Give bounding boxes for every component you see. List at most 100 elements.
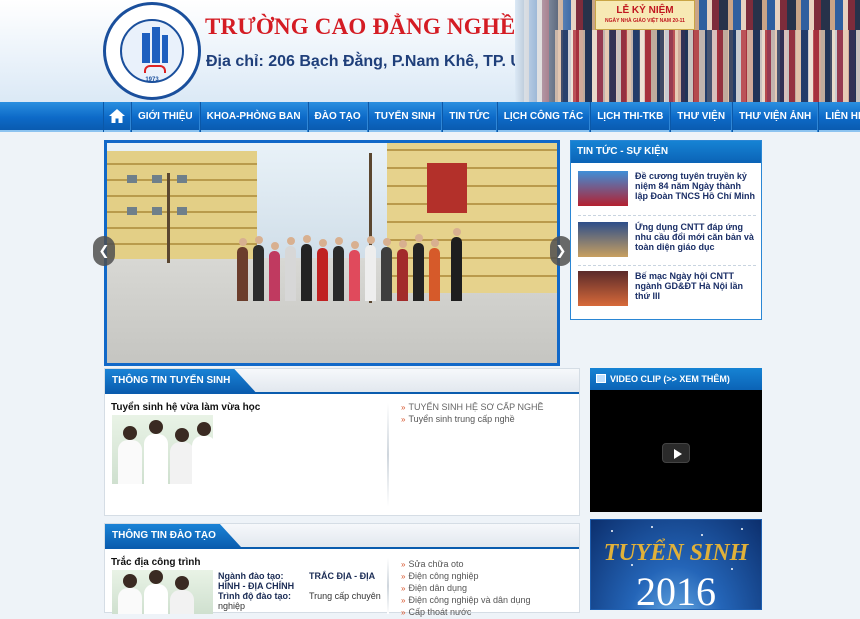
news-events-box: TIN TỨC - SỰ KIỆN Đề cương tuyên truyền … [570, 140, 762, 320]
nav-tin-tuc[interactable]: TIN TỨC [442, 102, 497, 132]
logo-year: 1973 [145, 77, 159, 83]
nav-lich-cong-tac[interactable]: LỊCH CÔNG TÁC [496, 102, 591, 132]
logo-building-icon [152, 27, 160, 63]
slide-person [301, 235, 312, 301]
training-field-value-cont: HÌNH - ĐỊA CHÍNH [218, 581, 295, 591]
training-link[interactable]: » Cấp thoát nước [401, 606, 531, 618]
admissions-feature-image[interactable] [112, 415, 213, 484]
news-thumbnail[interactable] [578, 171, 628, 206]
video-clip-title[interactable]: VIDEO CLIP (>> XEM THÊM) [610, 374, 730, 384]
news-divider [578, 215, 756, 216]
arrow-icon: » [401, 608, 406, 617]
logo-book-icon [144, 65, 166, 73]
panel-header-line [105, 547, 579, 549]
film-icon [596, 374, 606, 383]
photo-slider[interactable] [104, 140, 560, 366]
news-item[interactable]: Ứng dụng CNTT đáp ứng nhu cầu đổi mới că… [578, 222, 756, 262]
training-panel: THÔNG TIN ĐÀO TẠO Trắc địa công trình Ng… [104, 523, 580, 617]
admissions-link-label[interactable]: TUYỂN SINH HỆ SƠ CẤP NGHỀ [408, 402, 543, 412]
student-figure [170, 576, 194, 614]
slide-window [152, 175, 162, 183]
home-icon [109, 109, 125, 123]
slide-person [269, 242, 280, 301]
student-figure [170, 428, 194, 484]
nav-thu-vien[interactable]: THƯ VIỆN [670, 102, 733, 132]
training-level-label: Trình độ đào tạo: [218, 591, 291, 601]
video-clip-header[interactable]: VIDEO CLIP (>> XEM THÊM) [590, 368, 762, 390]
news-item-title[interactable]: Đề cương tuyên truyền kỷ niệm 84 năm Ngà… [635, 171, 755, 201]
slide-window [127, 207, 137, 215]
news-item-title[interactable]: Ứng dụng CNTT đáp ứng nhu cầu đổi mới că… [635, 222, 755, 252]
training-field-label: Ngành đào tạo: [218, 571, 284, 581]
college-logo[interactable]: 1973 [103, 2, 201, 100]
admissions-link-list: » TUYỂN SINH HỆ SƠ CẤP NGHỀ » Tuyển sinh t… [401, 401, 544, 425]
news-divider [578, 265, 756, 266]
training-link[interactable]: » Điện công nghiệp và dân dụng [401, 594, 531, 606]
slide-person [237, 238, 248, 301]
nav-gioi-thieu[interactable]: GIỚI THIỆU [131, 102, 200, 132]
banner-star [701, 534, 703, 536]
slide-red-banner [427, 163, 467, 213]
training-feature-image[interactable] [112, 570, 213, 614]
arrow-icon: » [401, 403, 406, 412]
student-figure [192, 422, 213, 484]
admissions-link-label[interactable]: Tuyển sinh trung cấp nghề [408, 414, 514, 424]
admissions-link[interactable]: » Tuyển sinh trung cấp nghề [401, 413, 544, 425]
training-panel-title[interactable]: THÔNG TIN ĐÀO TẠO [105, 524, 242, 548]
admissions-panel: THÔNG TIN TUYỂN SINH Tuyển sinh hệ vừa l… [104, 368, 580, 516]
news-thumbnail[interactable] [578, 271, 628, 306]
training-link[interactable]: » Điện công nghiệp [401, 570, 531, 582]
admissions-feature-title[interactable]: Tuyển sinh hệ vừa làm vừa học [111, 402, 260, 413]
panel-divider [387, 558, 389, 614]
anniversary-title: LỄ KỶ NIỆM [616, 5, 674, 16]
logo-building-icon [142, 33, 150, 63]
anniversary-subtitle: NGÀY NHÀ GIÁO VIỆT NAM 20-11 [605, 18, 685, 24]
training-link-label[interactable]: Cấp thoát nước [408, 607, 471, 617]
training-link-label[interactable]: Điện công nghiệp [408, 571, 478, 581]
news-item[interactable]: Đề cương tuyên truyền kỷ niệm 84 năm Ngà… [578, 171, 756, 211]
slider-prev-button[interactable]: ❮ [93, 236, 115, 266]
admissions-link[interactable]: » TUYỂN SINH HỆ SƠ CẤP NGHỀ [401, 401, 544, 413]
logo-building-icon [162, 35, 168, 63]
nav-thu-vien-anh[interactable]: THƯ VIỆN ẢNH [732, 102, 819, 132]
admissions-panel-title[interactable]: THÔNG TIN TUYỂN SINH [105, 369, 256, 393]
video-play-button[interactable] [662, 443, 690, 463]
student-figure [118, 426, 142, 484]
training-link[interactable]: » Sửa chữa oto [401, 558, 531, 570]
admissions-2016-banner[interactable]: TUYỂN SINH 2016 [590, 519, 762, 610]
student-figure [144, 420, 168, 484]
site-header: 1973 TRƯỜNG CAO ĐẲNG NGHỀ XÂY DỰNG Địa c… [0, 0, 860, 102]
news-item-title[interactable]: Bế mạc Ngày hội CNTT ngành GD&ĐT Hà Nội … [635, 271, 755, 301]
slide-window [177, 207, 187, 215]
nav-dao-tao[interactable]: ĐÀO TẠO [307, 102, 368, 132]
nav-home[interactable] [103, 102, 131, 132]
news-item[interactable]: Bế mạc Ngày hội CNTT ngành GD&ĐT Hà Nội … [578, 271, 756, 311]
nav-tuyen-sinh[interactable]: TUYỂN SINH [367, 102, 443, 132]
slider-next-button[interactable]: ❯ [550, 236, 572, 266]
nav-lien-he[interactable]: LIÊN HỆ [818, 102, 860, 132]
logo-emblem: 1973 [120, 19, 184, 83]
news-box-title: TIN TỨC - SỰ KIỆN [571, 141, 761, 163]
banner-star [611, 530, 613, 532]
slide-person [429, 239, 440, 301]
training-link-label[interactable]: Sửa chữa oto [408, 559, 463, 569]
arrow-icon: » [401, 596, 406, 605]
nav-lich-thi-tkb[interactable]: LỊCH THI-TKB [590, 102, 671, 132]
training-link-label[interactable]: Điện công nghiệp và dân dụng [408, 595, 530, 605]
nav-khoa-phong-ban[interactable]: KHOA-PHÒNG BAN [199, 102, 308, 132]
training-link-list: » Sửa chữa oto » Điện công nghiệp » Điện dâ… [401, 558, 531, 618]
training-link-label[interactable]: Điện dân dụng [408, 583, 467, 593]
slide-person [253, 236, 264, 301]
slide-person [317, 239, 328, 301]
panel-divider [387, 403, 389, 507]
admissions-banner-title: TUYỂN SINH [603, 540, 749, 566]
training-field-value: TRẮC ĐỊA - ĐỊA [309, 571, 376, 581]
slide-person [285, 237, 296, 301]
banner-star [741, 528, 743, 530]
admissions-banner-year: 2016 [636, 569, 716, 610]
training-feature-title[interactable]: Trắc địa công trình [111, 557, 200, 568]
news-thumbnail[interactable] [578, 222, 628, 257]
training-link[interactable]: » Điện dân dụng [401, 582, 531, 594]
banner-star [651, 526, 653, 528]
slide-person [349, 241, 360, 301]
